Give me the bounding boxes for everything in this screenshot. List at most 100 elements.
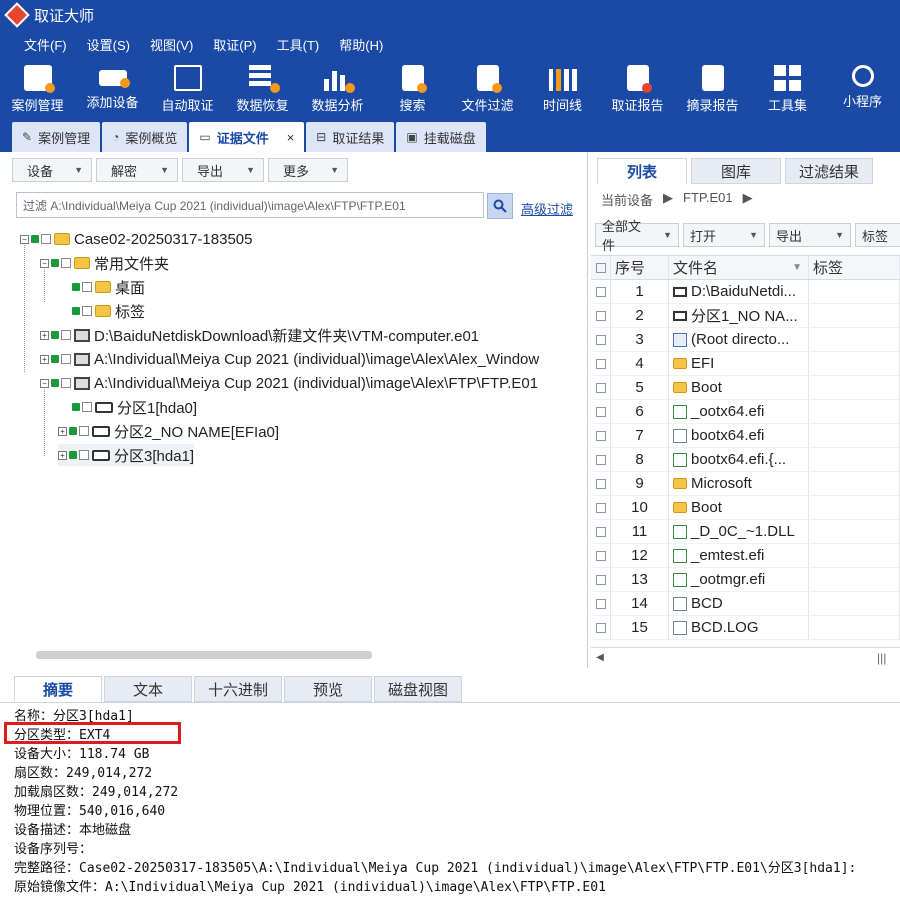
- row-checkbox[interactable]: [591, 544, 611, 567]
- expand-icon[interactable]: +: [40, 354, 49, 364]
- scroll-thumb[interactable]: |||: [877, 651, 886, 665]
- row-checkbox[interactable]: [591, 520, 611, 543]
- row-checkbox[interactable]: [591, 304, 611, 327]
- breadcrumb-item[interactable]: FTP.E01: [683, 190, 733, 209]
- mini-program-button[interactable]: 小程序: [825, 58, 900, 120]
- row-checkbox[interactable]: [591, 496, 611, 519]
- open-dropdown[interactable]: 打开 ▼: [683, 223, 765, 247]
- sort-icon[interactable]: ▼: [792, 262, 802, 273]
- data-recovery-button[interactable]: 数据恢复: [225, 58, 300, 120]
- row-checkbox[interactable]: [591, 568, 611, 591]
- tree-checkbox[interactable]: [61, 330, 71, 340]
- horizontal-scrollbar[interactable]: ◀ |||: [591, 647, 900, 667]
- excerpt-report-button[interactable]: 摘录报告: [675, 58, 750, 120]
- row-checkbox[interactable]: [591, 472, 611, 495]
- table-row[interactable]: 14 BCD: [591, 592, 900, 616]
- row-checkbox[interactable]: [591, 592, 611, 615]
- add-device-button[interactable]: 添加设备: [75, 58, 150, 120]
- row-checkbox[interactable]: [591, 376, 611, 399]
- tree-checkbox[interactable]: [61, 378, 71, 388]
- export-dropdown[interactable]: 导出 ▼: [182, 158, 264, 182]
- menu-file[interactable]: 文件(F): [14, 35, 77, 54]
- column-filename[interactable]: 文件名 ▼: [669, 256, 809, 279]
- tab-summary[interactable]: 摘要: [14, 676, 102, 702]
- tab-disk-view[interactable]: 磁盘视图: [374, 676, 462, 702]
- row-checkbox[interactable]: [591, 352, 611, 375]
- column-index[interactable]: 序号: [611, 256, 669, 279]
- menu-help[interactable]: 帮助(H): [329, 35, 393, 54]
- tag-dropdown[interactable]: 标签: [855, 223, 900, 247]
- tab-hex[interactable]: 十六进制: [194, 676, 282, 702]
- tree-node-tags[interactable]: 标签: [72, 300, 145, 322]
- tree-checkbox[interactable]: [79, 450, 89, 460]
- tree-node-partition3[interactable]: + 分区3[hda1]: [58, 444, 195, 466]
- row-checkbox[interactable]: [591, 424, 611, 447]
- tree-node-desktop[interactable]: 桌面: [72, 276, 145, 298]
- row-checkbox[interactable]: [591, 328, 611, 351]
- tab-gallery[interactable]: 图库: [691, 158, 781, 184]
- filter-input[interactable]: 过滤 A:\Individual\Meiya Cup 2021 (individ…: [16, 192, 484, 218]
- column-tag[interactable]: 标签: [809, 256, 900, 279]
- tree-node-partition1[interactable]: 分区1[hda0]: [72, 396, 197, 418]
- row-checkbox[interactable]: [591, 280, 611, 303]
- tree-node-common-folders[interactable]: − 常用文件夹: [40, 252, 169, 274]
- advanced-filter-link[interactable]: 高级过滤: [521, 199, 573, 218]
- row-checkbox[interactable]: [591, 448, 611, 471]
- table-row[interactable]: 9 Microsoft: [591, 472, 900, 496]
- expand-icon[interactable]: +: [40, 330, 49, 340]
- table-row[interactable]: 6 _ootx64.efi: [591, 400, 900, 424]
- timeline-button[interactable]: 时间线: [525, 58, 600, 120]
- table-row[interactable]: 11 _D_0C_~1.DLL: [591, 520, 900, 544]
- case-management-button[interactable]: 案例管理: [0, 58, 75, 120]
- tab-case-management[interactable]: ✎ 案例管理: [12, 122, 101, 152]
- tree-checkbox[interactable]: [61, 354, 71, 364]
- tree-checkbox[interactable]: [79, 426, 89, 436]
- tree-checkbox[interactable]: [41, 234, 51, 244]
- row-checkbox[interactable]: [591, 400, 611, 423]
- tab-list[interactable]: 列表: [597, 158, 687, 184]
- search-icon[interactable]: [487, 193, 513, 219]
- device-dropdown[interactable]: 设备 ▼: [12, 158, 92, 182]
- table-row[interactable]: 7 bootx64.efi: [591, 424, 900, 448]
- tab-evidence-files[interactable]: ▭ 证据文件 ×: [189, 122, 305, 152]
- horizontal-scrollbar[interactable]: [36, 651, 372, 659]
- tree-node-case[interactable]: − Case02-20250317-183505: [20, 228, 252, 250]
- tree-checkbox[interactable]: [82, 402, 92, 412]
- tree-checkbox[interactable]: [61, 258, 71, 268]
- file-filter-button[interactable]: 文件过滤: [450, 58, 525, 120]
- decrypt-dropdown[interactable]: 解密 ▼: [96, 158, 178, 182]
- tree-node-ftp-e01[interactable]: − A:\Individual\Meiya Cup 2021 (individua…: [40, 372, 538, 394]
- table-row[interactable]: 1 D:\BaiduNetdi...: [591, 280, 900, 304]
- tab-preview[interactable]: 预览: [284, 676, 372, 702]
- tree-checkbox[interactable]: [82, 306, 92, 316]
- scroll-left-icon[interactable]: ◀: [591, 652, 609, 663]
- menu-settings[interactable]: 设置(S): [77, 35, 140, 54]
- more-dropdown[interactable]: 更多 ▼: [268, 158, 348, 182]
- auto-forensics-button[interactable]: 自动取证: [150, 58, 225, 120]
- tree-checkbox[interactable]: [82, 282, 92, 292]
- tab-filter-results[interactable]: 过滤结果: [785, 158, 873, 184]
- toolset-button[interactable]: 工具集: [750, 58, 825, 120]
- tab-forensics-results[interactable]: ⊟ 取证结果: [306, 122, 395, 152]
- menu-view[interactable]: 视图(V): [140, 35, 203, 54]
- table-row[interactable]: 8 bootx64.efi.{...: [591, 448, 900, 472]
- table-row[interactable]: 4 EFI: [591, 352, 900, 376]
- table-row[interactable]: 2 分区1_NO NA...: [591, 304, 900, 328]
- collapse-icon[interactable]: −: [40, 258, 49, 268]
- search-button[interactable]: 搜索: [375, 58, 450, 120]
- table-row[interactable]: 3 (Root directo...: [591, 328, 900, 352]
- collapse-icon[interactable]: −: [20, 234, 29, 244]
- tab-text[interactable]: 文本: [104, 676, 192, 702]
- forensics-report-button[interactable]: 取证报告: [600, 58, 675, 120]
- menu-tools[interactable]: 工具(T): [267, 35, 330, 54]
- export-list-dropdown[interactable]: 导出 ▼: [769, 223, 851, 247]
- table-row[interactable]: 5 Boot: [591, 376, 900, 400]
- breadcrumb-current[interactable]: 当前设备: [601, 190, 653, 209]
- tab-case-overview[interactable]: ◔ 案例概览: [102, 122, 188, 152]
- row-checkbox[interactable]: [591, 616, 611, 639]
- menu-forensics[interactable]: 取证(P): [203, 35, 266, 54]
- close-icon[interactable]: ×: [287, 130, 295, 145]
- data-analysis-button[interactable]: 数据分析: [300, 58, 375, 120]
- tree-node-vtm-computer[interactable]: + D:\BaiduNetdiskDownload\新建文件夹\VTM-compu…: [40, 324, 479, 346]
- tab-mount-disk[interactable]: ▣ 挂载磁盘: [396, 122, 486, 152]
